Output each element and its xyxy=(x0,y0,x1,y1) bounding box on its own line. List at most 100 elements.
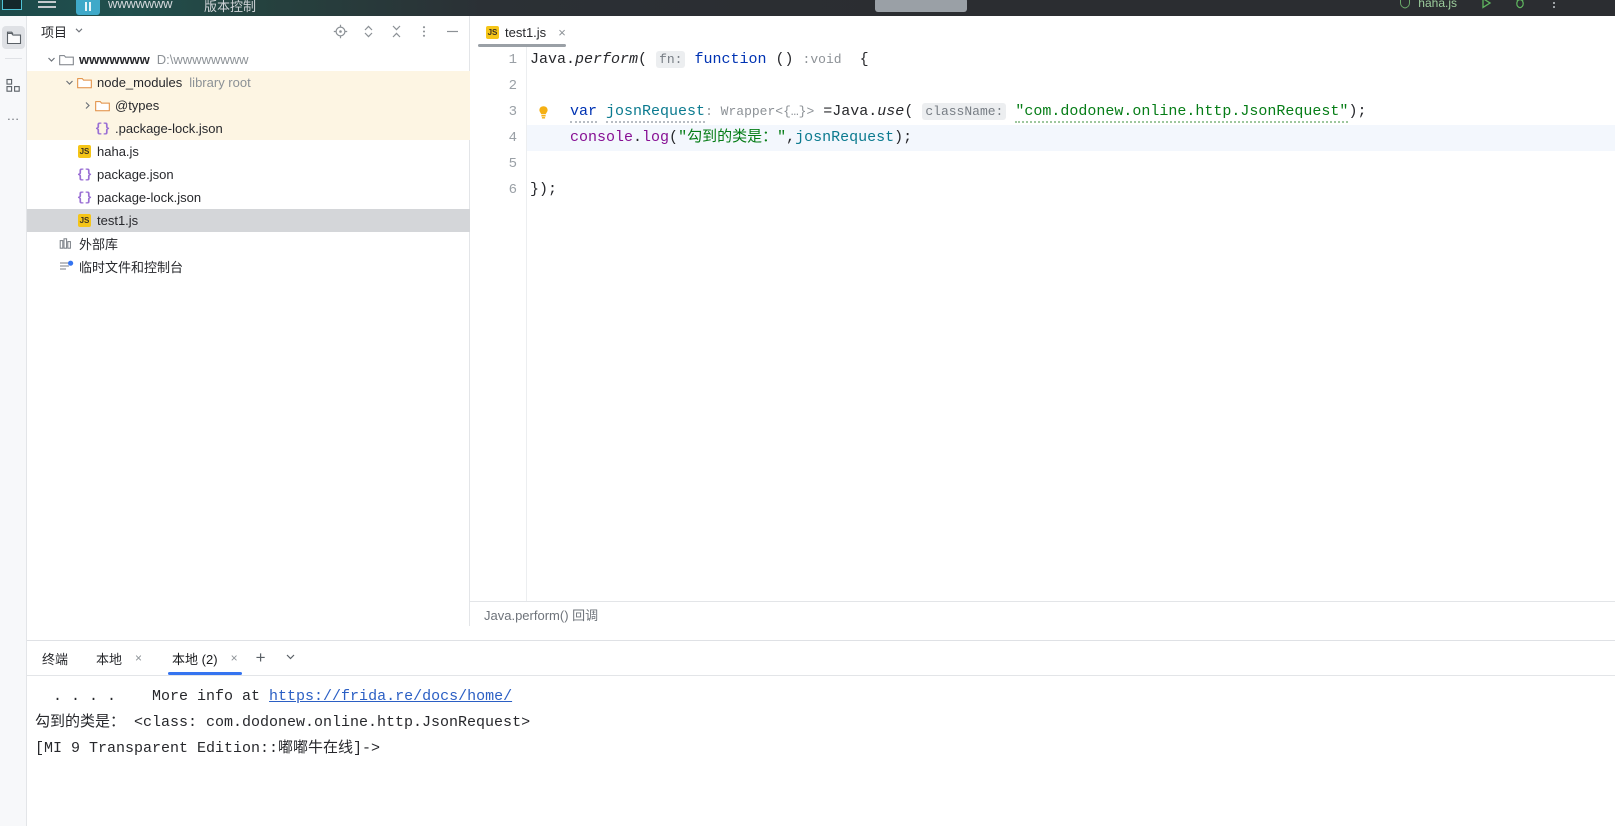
search-everywhere-box[interactable] xyxy=(875,0,967,12)
editor-breadcrumb-bar: Java.perform() 回调 xyxy=(470,601,1615,626)
terminal-tab-local-2[interactable]: 本地 (2) × xyxy=(168,641,242,675)
tree-item-label: haha.js xyxy=(97,144,139,159)
code-token: "com.dodonew.online.http.JsonRequest" xyxy=(1015,103,1349,123)
chevron-right-icon[interactable] xyxy=(81,99,94,112)
code-token: }); xyxy=(530,181,558,198)
debug-icon[interactable] xyxy=(1513,0,1529,12)
close-icon[interactable]: × xyxy=(558,25,566,40)
tree-item-label: wwwwwww xyxy=(79,52,150,67)
terminal-text: . . . . More info at xyxy=(35,688,270,705)
code-token: , xyxy=(786,129,796,146)
add-terminal-icon[interactable]: + xyxy=(256,648,266,668)
chevron-down-icon[interactable] xyxy=(63,76,76,89)
code-token: ); xyxy=(1348,103,1367,120)
tree-item--types[interactable]: @types xyxy=(27,94,470,117)
code-line-3: var josnRequest: Wrapper<{…}> =Java.use(… xyxy=(527,99,1366,125)
json-icon: {} xyxy=(94,121,111,136)
code-token: void xyxy=(810,52,842,67)
breadcrumb[interactable]: Java.perform() 回调 xyxy=(484,605,598,624)
locate-icon[interactable] xyxy=(332,23,348,39)
tree-item-label: test1.js xyxy=(97,213,139,228)
run-configuration-selector[interactable]: haha.js xyxy=(1399,0,1457,10)
js-file-icon: JS xyxy=(486,26,499,39)
terminal-tab-label: 本地 (2) xyxy=(172,651,218,667)
terminal-panel: 终端 本地 × 本地 (2) × + . . . . More info at … xyxy=(27,640,1615,826)
line-number-gutter: 1 2 3 4 5 6 xyxy=(470,47,527,626)
project-panel: 项目 wwwwwww D:\wwwwwwww node_modules libr… xyxy=(27,16,470,626)
tree-item--package-lock-json[interactable]: {} .package-lock.json xyxy=(27,117,470,140)
terminal-tab-local[interactable]: 本地 × xyxy=(92,641,146,675)
more-vertical-icon[interactable] xyxy=(1547,0,1563,12)
code-line-6: }); xyxy=(527,177,557,203)
sidebar-item-project[interactable] xyxy=(2,26,25,49)
code-token: josnRequest xyxy=(795,129,895,146)
js-icon: JS xyxy=(78,214,91,227)
tree-item-haha-js[interactable]: JS haha.js xyxy=(27,140,470,163)
options-icon[interactable] xyxy=(416,23,432,39)
collapse-all-icon[interactable] xyxy=(388,23,404,39)
editor-tab-test1js[interactable]: JS test1.js × xyxy=(478,18,574,47)
line-number: 1 xyxy=(508,52,517,68)
tree-item-label: @types xyxy=(115,98,160,113)
code-line-1: Java.perform( fn: function () :void { xyxy=(527,47,869,73)
chevron-down-icon[interactable] xyxy=(284,650,297,666)
left-tool-rail: … xyxy=(0,16,27,826)
tree-item---------[interactable]: 临时文件和控制台 xyxy=(27,255,470,278)
project-badge-icon[interactable] xyxy=(76,0,100,15)
frida-docs-link[interactable]: https://frida.re/docs/home/ xyxy=(269,688,512,705)
project-panel-toolbar xyxy=(332,16,460,46)
tree-item-label: package-lock.json xyxy=(97,190,202,205)
tree-item-label: 外部库 xyxy=(79,237,119,252)
code-token: ( xyxy=(904,103,914,120)
terminal-tab-label: 本地 xyxy=(96,651,123,667)
title-bar: wwwwwww 版本控制 haha.js xyxy=(0,0,1615,16)
tree-item-wwwwwww[interactable]: wwwwwww D:\wwwwwwww xyxy=(27,48,470,71)
project-tree: wwwwwww D:\wwwwwwww node_modules library ro… xyxy=(27,48,470,278)
tree-item----[interactable]: 外部库 xyxy=(27,232,470,255)
inlay-type-hint: : Wrapper<{…}> xyxy=(705,104,815,119)
line-number: 2 xyxy=(508,78,517,94)
json-icon: {} xyxy=(76,167,93,182)
code-token: log xyxy=(642,129,670,146)
code-token: josnRequest xyxy=(606,103,706,123)
editor-tab-label: test1.js xyxy=(505,25,547,40)
project-name-label[interactable]: wwwwwww xyxy=(108,0,173,11)
window-restore-button[interactable] xyxy=(2,0,22,10)
project-panel-title[interactable]: 项目 xyxy=(41,22,67,41)
rail-more-icon[interactable]: … xyxy=(2,104,25,127)
library-icon xyxy=(58,236,75,252)
hide-panel-icon[interactable] xyxy=(444,23,460,39)
code-content: Java.perform( fn: function () :void { va… xyxy=(527,47,1615,626)
chevron-down-icon[interactable] xyxy=(74,22,84,40)
code-token: ); xyxy=(894,129,913,146)
param-hint-fn: fn: xyxy=(656,51,686,68)
expand-collapse-icon[interactable] xyxy=(360,23,376,39)
close-icon[interactable]: × xyxy=(135,651,142,665)
code-token: function xyxy=(694,51,767,68)
folder-orange-icon xyxy=(76,75,93,91)
close-icon[interactable]: × xyxy=(231,651,238,665)
main-menu-icon[interactable] xyxy=(38,1,56,13)
code-token: ( xyxy=(669,129,679,146)
version-control-label[interactable]: 版本控制 xyxy=(204,0,256,15)
chevron-down-icon[interactable] xyxy=(45,53,58,66)
code-token: { xyxy=(859,51,869,68)
line-number: 3 xyxy=(508,104,517,120)
tree-item-package-json[interactable]: {} package.json xyxy=(27,163,470,186)
run-icon[interactable] xyxy=(1479,0,1495,12)
param-hint-classname: className: xyxy=(922,103,1007,120)
tree-item-package-lock-json[interactable]: {} package-lock.json xyxy=(27,186,470,209)
tree-item-node-modules[interactable]: node_modules library root xyxy=(27,71,470,94)
editor-tab-bar: JS test1.js × xyxy=(470,16,1615,47)
terminal-line: [MI 9 Transparent Edition::嘟嘟牛在线]-> xyxy=(35,740,381,757)
tree-item-sublabel: D:\wwwwwwww xyxy=(156,52,249,67)
sidebar-item-structure[interactable] xyxy=(2,74,25,97)
terminal-output[interactable]: . . . . More info at https://frida.re/do… xyxy=(27,675,1615,826)
code-token: perform xyxy=(575,51,639,68)
code-token: use xyxy=(877,103,905,120)
project-panel-header: 项目 xyxy=(27,16,470,46)
line-number: 6 xyxy=(508,182,517,198)
code-token: () xyxy=(775,51,794,68)
tree-item-test1-js[interactable]: JS test1.js xyxy=(27,209,470,232)
code-editor[interactable]: 1 2 3 4 5 6 Java.perform( fn: function (… xyxy=(470,47,1615,626)
